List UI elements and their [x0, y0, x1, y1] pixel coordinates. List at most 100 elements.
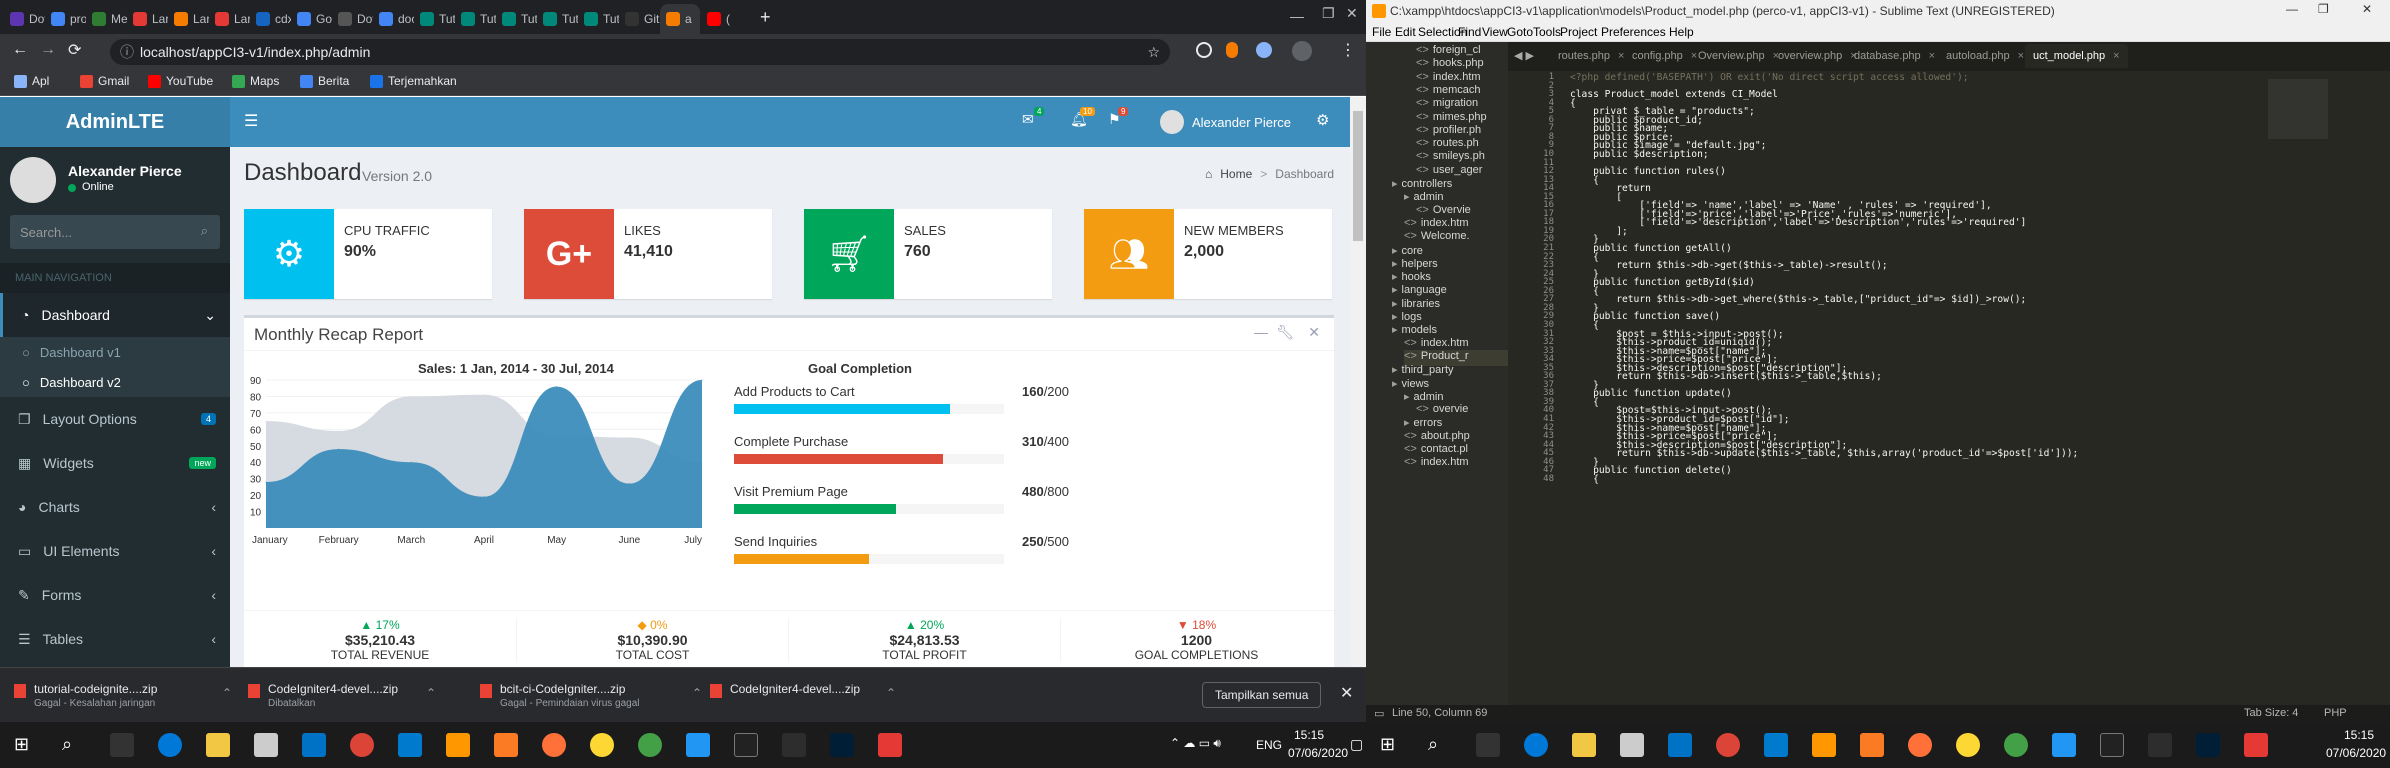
messages-icon[interactable]: ✉: [1022, 111, 1034, 128]
menu-item[interactable]: File: [1372, 25, 1391, 39]
bookmark-maps[interactable]: Maps: [232, 74, 279, 88]
bookmark-youtube[interactable]: YouTube: [148, 74, 213, 88]
browser-tab[interactable]: Git: [619, 4, 660, 34]
tab-size[interactable]: Tab Size: 4: [2244, 707, 2298, 719]
app-icon[interactable]: [878, 733, 902, 757]
close-icon[interactable]: ✕: [1308, 324, 1320, 341]
minimap[interactable]: [2258, 71, 2390, 705]
search-icon[interactable]: ⌕: [1428, 734, 1438, 755]
sublime-icon[interactable]: [446, 733, 470, 757]
browser-tab[interactable]: (: [701, 4, 742, 34]
clock-time[interactable]: 15:15: [2344, 728, 2374, 742]
browser-tab[interactable]: proj: [45, 4, 86, 34]
admin-logo[interactable]: AdminLTE: [0, 97, 230, 147]
download-item[interactable]: tutorial-codeignite....zip Gagal - Kesal…: [14, 678, 244, 714]
breadcrumb-home[interactable]: Home: [1220, 167, 1252, 181]
download-item[interactable]: bcit-ci-CodeIgniter....zip Gagal - Pemin…: [480, 678, 710, 714]
window-restore-button[interactable]: ❐: [2318, 2, 2329, 16]
store-icon[interactable]: [254, 733, 278, 757]
windows-start-icon[interactable]: ⊞: [14, 734, 29, 755]
file-explorer-icon[interactable]: [1572, 733, 1596, 757]
editor-tab[interactable]: config.php ×: [1632, 50, 1697, 62]
show-all-downloads-button[interactable]: Tampilkan semua: [1202, 682, 1322, 708]
photoshop-icon[interactable]: [830, 733, 854, 757]
close-icon[interactable]: ×: [1929, 50, 1935, 62]
menu-item[interactable]: Find: [1458, 25, 1481, 39]
app-icon[interactable]: [782, 733, 806, 757]
bookmark-translate[interactable]: Terjemahkan: [370, 74, 457, 88]
task-view-icon[interactable]: [1476, 733, 1500, 757]
app-icon[interactable]: [638, 733, 662, 757]
language-indicator[interactable]: ENG: [1256, 738, 1282, 752]
chevron-up-icon[interactable]: ⌃: [886, 686, 896, 700]
sidebar-item-ui[interactable]: ▭ UI Elements ‹: [0, 529, 230, 573]
window-minimize-button[interactable]: —: [2286, 2, 2298, 16]
sidebar-item-forms[interactable]: ✎ Forms ‹: [0, 573, 230, 617]
editor-tab[interactable]: autoload.php ×: [1946, 50, 2024, 62]
sidebar-item-dashboard-v2[interactable]: ○ Dashboard v2: [0, 367, 230, 397]
close-icon[interactable]: ×: [1691, 50, 1697, 62]
chevron-up-icon[interactable]: ⌃: [692, 686, 702, 700]
browser-tab[interactable]: Me:: [86, 4, 127, 34]
chrome-icon[interactable]: [350, 733, 374, 757]
sidebar-item-layout[interactable]: ❐ Layout Options 4: [0, 397, 230, 441]
syntax[interactable]: PHP: [2324, 707, 2347, 719]
browser-tab[interactable]: Tuto: [455, 4, 496, 34]
notification-icon[interactable]: ▢: [1350, 736, 1363, 753]
app-icon[interactable]: [1956, 733, 1980, 757]
browser-tab[interactable]: a: [660, 4, 700, 34]
vscode-icon[interactable]: [398, 733, 422, 757]
sidebar-item-tables[interactable]: ☰ Tables ‹: [0, 617, 230, 661]
terminal-icon[interactable]: [2100, 733, 2124, 757]
sidebar-item-widgets[interactable]: ▦ Widgets new: [0, 441, 230, 485]
new-tab-button[interactable]: +: [760, 7, 771, 28]
window-close-button[interactable]: ✕: [1346, 5, 1358, 22]
bookmark-apps[interactable]: Apl: [14, 74, 49, 88]
extension-icon[interactable]: [1226, 42, 1238, 58]
menu-icon[interactable]: ⋮: [1340, 40, 1356, 60]
sidebar-item-dashboard-v1[interactable]: ○ Dashboard v1: [0, 337, 230, 367]
editor-tab[interactable]: overview.php ×: [1778, 50, 1857, 62]
browser-tab[interactable]: doc: [373, 4, 414, 34]
code-editor[interactable]: <?php defined('BASEPATH') OR exit('No di…: [1558, 71, 2258, 705]
browser-tab[interactable]: Dov: [4, 4, 45, 34]
menu-item[interactable]: Goto: [1507, 25, 1533, 39]
browser-tab[interactable]: Lara: [168, 4, 209, 34]
app-icon[interactable]: [590, 733, 614, 757]
close-shelf-icon[interactable]: ✕: [1340, 683, 1353, 703]
page-scrollbar[interactable]: [1350, 97, 1366, 667]
browser-tab[interactable]: Tuto: [496, 4, 537, 34]
close-icon[interactable]: ×: [2113, 50, 2119, 62]
browser-tab[interactable]: Tuto: [578, 4, 619, 34]
navbar-user-name[interactable]: Alexander Pierce: [1192, 115, 1291, 130]
browser-tab[interactable]: Lara: [209, 4, 250, 34]
mail-icon[interactable]: [302, 733, 326, 757]
sidebar-toggle-icon[interactable]: ☰: [244, 111, 258, 131]
windows-start-icon[interactable]: ⊞: [1380, 734, 1395, 755]
browser-tab[interactable]: Goo: [291, 4, 332, 34]
profile-avatar[interactable]: [1292, 41, 1312, 61]
store-icon[interactable]: [1620, 733, 1644, 757]
vscode-icon[interactable]: [1764, 733, 1788, 757]
address-bar[interactable]: ⓘ localhost/appCI3-v1/index.php/admin ☆: [110, 39, 1170, 65]
browser-tab[interactable]: Lara: [127, 4, 168, 34]
editor-tab[interactable]: uct_model.php ×: [2025, 44, 2128, 68]
menu-item[interactable]: Tools: [1533, 25, 1561, 39]
sidebar-search[interactable]: Search... ⌕: [10, 215, 220, 249]
extension-icon[interactable]: [1196, 42, 1212, 58]
app-icon[interactable]: [2004, 733, 2028, 757]
close-icon[interactable]: ×: [1618, 50, 1624, 62]
minimap-viewport[interactable]: [2268, 79, 2328, 139]
user-avatar[interactable]: [1160, 110, 1184, 134]
browser-tab[interactable]: Tuto: [537, 4, 578, 34]
search-icon[interactable]: ⌕: [201, 223, 208, 239]
back-icon[interactable]: ←: [12, 41, 28, 59]
menu-item[interactable]: Project: [1560, 25, 1597, 39]
tree-file[interactable]: <> index.htm: [1404, 456, 1469, 472]
xampp-icon[interactable]: [1860, 733, 1884, 757]
close-icon[interactable]: ×: [2018, 50, 2024, 62]
app-icon[interactable]: [2148, 733, 2172, 757]
browser-tab[interactable]: cdx: [250, 4, 291, 34]
bookmark-gmail[interactable]: Gmail: [80, 74, 129, 88]
terminal-icon[interactable]: [734, 733, 758, 757]
